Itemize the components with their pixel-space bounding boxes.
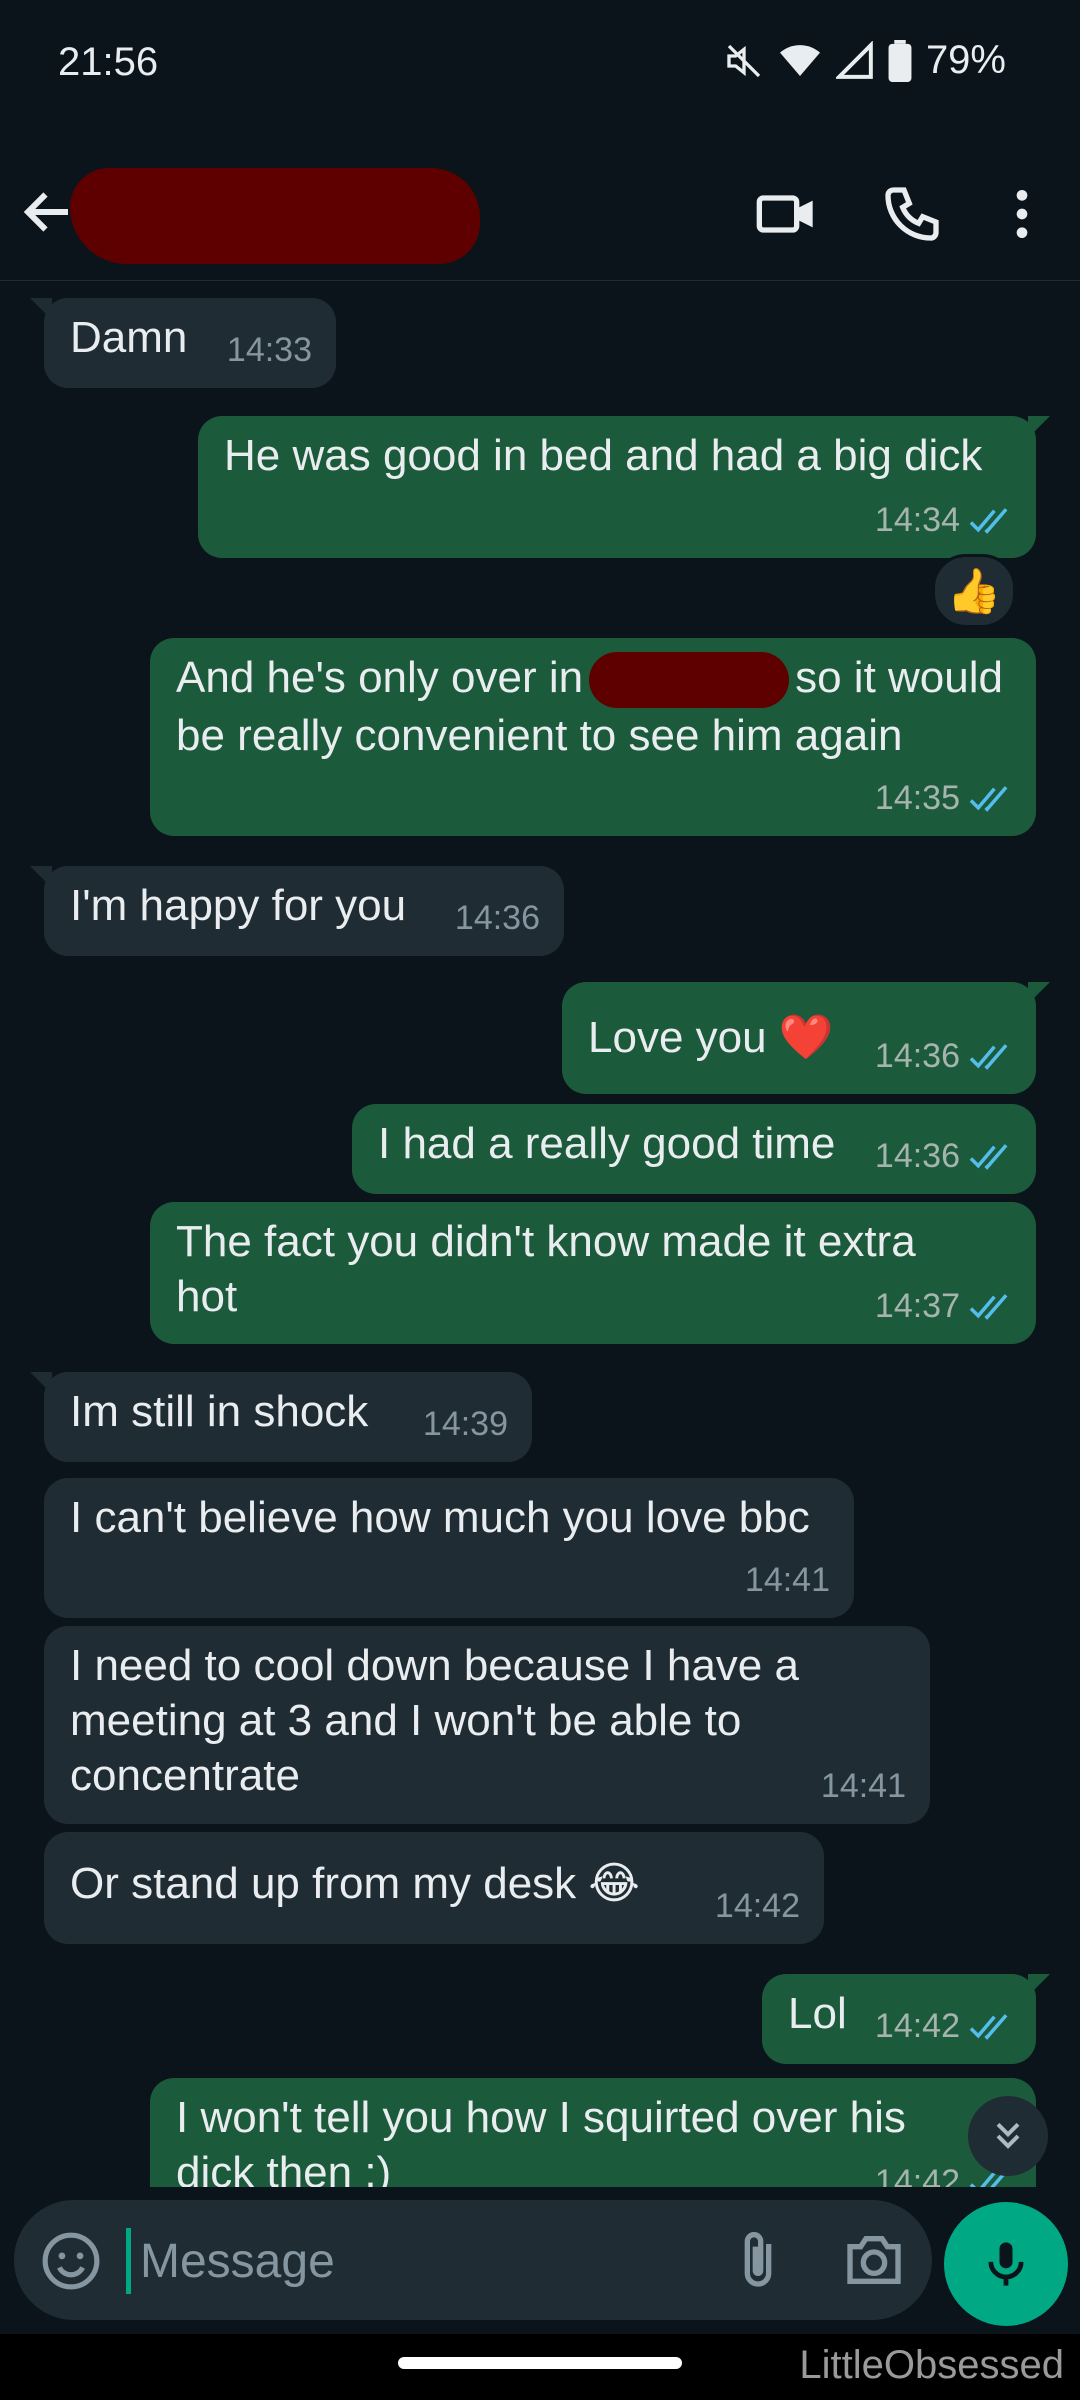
- message-meta: 14:36: [875, 1029, 1012, 1084]
- message-text: He was good in bed and had a big dick: [224, 431, 983, 480]
- message-time: 14:41: [820, 1767, 906, 1805]
- message-text: I can't believe how much you love bbc: [70, 1493, 810, 1542]
- chat-header: [0, 150, 1080, 281]
- cell-signal-icon: [835, 40, 873, 79]
- double-chevron-down-icon: [996, 2122, 1020, 2149]
- redacted-contact-name[interactable]: [70, 168, 480, 264]
- message-bubble-outgoing[interactable]: The fact you didn't know made it extra h…: [150, 1202, 1036, 1344]
- message-bubble-incoming[interactable]: I'm happy for you 14:36: [30, 866, 564, 956]
- status-time: 21:56: [58, 40, 159, 84]
- read-ticks-icon: [969, 785, 1008, 812]
- message-bubble-outgoing[interactable]: I had a really good time 14:36: [352, 1104, 1036, 1194]
- message-meta: 14:37: [875, 1279, 1012, 1334]
- message-text: And he's only over in so it would be real…: [176, 652, 1003, 761]
- attach-icon[interactable]: [726, 2228, 790, 2292]
- message-bubble-incoming[interactable]: Damn 14:33: [30, 298, 336, 388]
- reaction-badge[interactable]: 👍: [932, 554, 1016, 628]
- message-text: Or stand up from my desk 😂: [70, 1859, 640, 1908]
- emoji-icon[interactable]: [40, 2230, 102, 2292]
- message-bubble-outgoing[interactable]: I won't tell you how I squirted over his…: [150, 2078, 1036, 2187]
- read-ticks-icon: [969, 1143, 1008, 1170]
- status-icons: 79%: [724, 38, 1006, 83]
- read-ticks-icon: [969, 2013, 1008, 2040]
- message-text: I won't tell you how I squirted over his…: [176, 2093, 906, 2187]
- message-bubble-outgoing[interactable]: Love you ❤️ 14:36: [562, 982, 1050, 1094]
- message-bubble-outgoing[interactable]: He was good in bed and had a big dick 14…: [198, 416, 1050, 558]
- message-text: The fact you didn't know made it extra h…: [176, 1217, 916, 1321]
- redacted-location: [589, 652, 790, 709]
- battery-icon: [888, 39, 912, 82]
- status-bar: 21:56 79%: [0, 0, 1080, 130]
- message-meta: 14:36: [875, 1129, 1012, 1184]
- message-input[interactable]: [138, 2224, 702, 2298]
- microphone-icon: [988, 2242, 1024, 2286]
- more-options-icon[interactable]: [990, 182, 1054, 246]
- message-bubble-incoming[interactable]: I need to cool down because I have a mee…: [44, 1626, 930, 1824]
- message-text: I need to cool down because I have a mee…: [70, 1641, 799, 1800]
- message-bubble-outgoing[interactable]: And he's only over in so it would be real…: [150, 638, 1036, 836]
- mute-icon: [727, 44, 761, 77]
- message-input-container[interactable]: [14, 2200, 932, 2320]
- message-time: 14:42: [714, 1887, 800, 1925]
- message-time: 14:41: [744, 1561, 830, 1599]
- message-time: 14:33: [226, 331, 312, 369]
- message-bubble-outgoing[interactable]: Lol 14:42: [762, 1974, 1050, 2064]
- message-list[interactable]: Damn 14:33 He was good in bed and had a …: [0, 282, 1080, 2187]
- message-meta: 14:34: [875, 493, 1012, 548]
- text-caret: [126, 2228, 131, 2294]
- voice-call-icon[interactable]: [880, 182, 944, 246]
- wifi-icon: [779, 44, 820, 76]
- message-bubble-incoming[interactable]: Im still in shock 14:39: [30, 1372, 532, 1462]
- message-time: 14:36: [454, 899, 540, 937]
- message-meta: 14:42: [875, 1999, 1012, 2054]
- composer: [0, 2200, 1080, 2330]
- home-indicator[interactable]: [398, 2357, 682, 2369]
- message-meta: 14:35: [875, 771, 1012, 826]
- message-bubble-incoming[interactable]: I can't believe how much you love bbc 14…: [44, 1478, 854, 1618]
- read-ticks-icon: [969, 1043, 1008, 1070]
- message-bubble-incoming[interactable]: Or stand up from my desk 😂 14:42: [44, 1832, 824, 1944]
- read-ticks-icon: [969, 507, 1008, 534]
- watermark: LittleObsessed: [799, 2343, 1064, 2387]
- voice-message-button[interactable]: [944, 2202, 1068, 2326]
- read-ticks-icon: [969, 1293, 1008, 1320]
- back-arrow-icon[interactable]: [18, 182, 78, 242]
- battery-percent: 79%: [925, 38, 1006, 82]
- message-time: 14:39: [422, 1405, 508, 1443]
- camera-icon[interactable]: [840, 2228, 908, 2292]
- scroll-to-bottom-button[interactable]: [968, 2096, 1048, 2176]
- video-call-icon[interactable]: [754, 182, 818, 246]
